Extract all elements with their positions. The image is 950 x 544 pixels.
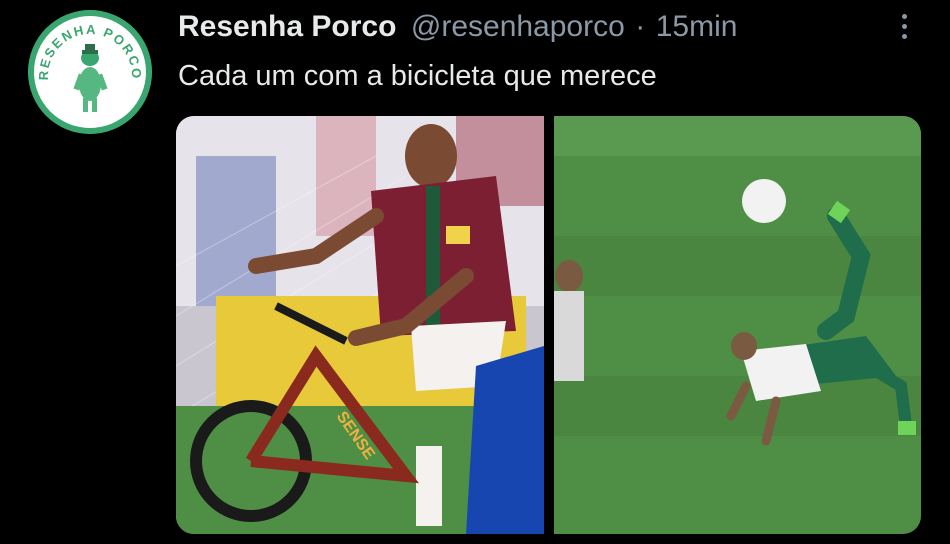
author-name[interactable]: Resenha Porco	[178, 10, 396, 43]
separator-dot: ·	[635, 10, 646, 43]
tweet-header: Resenha Porco @resenhaporco · 15min	[178, 10, 737, 48]
left-photo[interactable]: SENSE	[176, 116, 544, 534]
avatar[interactable]: RESENHA PORCO	[28, 10, 152, 134]
resenha-porco-logo-icon: RESENHA PORCO	[28, 10, 152, 134]
timestamp[interactable]: 15min	[656, 10, 738, 43]
author-handle[interactable]: @resenhaporco	[411, 10, 625, 43]
tweet-text: Cada um com a bicicleta que merece	[178, 60, 657, 92]
right-photo[interactable]	[554, 116, 921, 534]
more-vertical-icon[interactable]	[888, 10, 920, 42]
media-grid[interactable]: SENSE	[176, 116, 921, 534]
